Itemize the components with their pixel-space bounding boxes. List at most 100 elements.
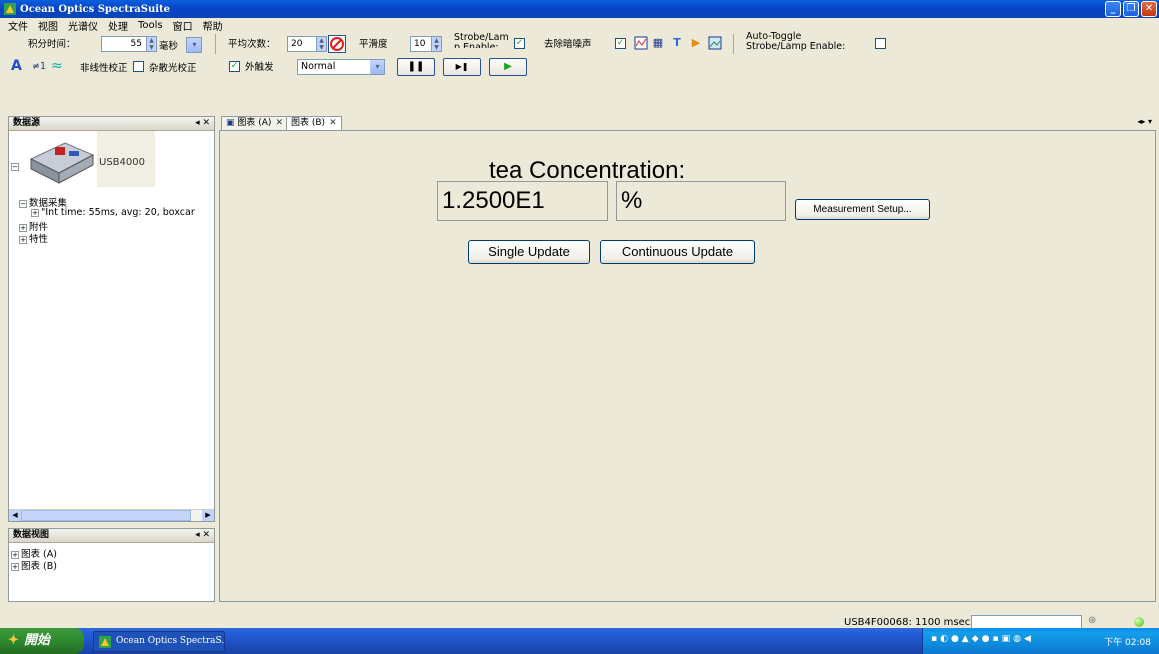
smoothing-value: 10 bbox=[414, 39, 426, 49]
minimize-button[interactable]: _ bbox=[1105, 1, 1121, 17]
data-source-panel: 数据源 ◂ ✕ − USB4000 − 数据采集 + "Int time: 55ms… bbox=[8, 116, 215, 522]
external-trigger-label: 外触发 bbox=[245, 62, 274, 73]
tree-item-int-time[interactable]: + "Int time: 55ms, avg: 20, boxcar bbox=[31, 207, 215, 218]
collapse-icon[interactable]: − bbox=[19, 199, 27, 208]
device-label[interactable]: USB4000 bbox=[99, 157, 145, 168]
title-bar: Ocean Optics SpectraSuite _ ❐ ✕ bbox=[0, 0, 1159, 18]
integration-unit-label: 毫秒 bbox=[159, 41, 179, 52]
concentration-value: 1.2500E1 bbox=[437, 181, 608, 221]
panel-controls-icon[interactable]: ◂ ✕ bbox=[195, 529, 210, 542]
menu-spectrometer[interactable]: 光谱仪 bbox=[68, 18, 98, 33]
image-icon[interactable] bbox=[708, 36, 722, 50]
status-led-icon bbox=[1134, 617, 1144, 627]
menu-help[interactable]: 帮助 bbox=[203, 18, 223, 33]
tree-item-features[interactable]: + 特性 bbox=[19, 231, 48, 245]
tree-label: 特性 bbox=[29, 234, 49, 245]
app-icon bbox=[4, 3, 16, 15]
pause-icon: ❚❚ bbox=[407, 61, 425, 72]
close-tab-icon[interactable]: ✕ bbox=[329, 118, 337, 128]
expand-icon[interactable]: + bbox=[31, 208, 39, 217]
integration-unit-dropdown[interactable]: ▾ bbox=[186, 37, 202, 53]
start-label: 開始 bbox=[24, 633, 51, 648]
scroll-thumb[interactable] bbox=[21, 510, 191, 521]
dark-removal-label: 去除暗噪声 bbox=[544, 39, 592, 50]
concentration-unit: % bbox=[616, 181, 786, 221]
taskbar-app-label: Ocean Optics SpectraS... bbox=[116, 636, 225, 646]
smoothing-wave-icon[interactable]: ≈ bbox=[51, 58, 63, 74]
spectrum-icon[interactable] bbox=[634, 36, 648, 50]
nonlinear-checkbox[interactable] bbox=[133, 61, 144, 72]
pause-button[interactable]: ❚❚ bbox=[397, 58, 435, 76]
window-title: Ocean Optics SpectraSuite bbox=[20, 3, 171, 15]
app-icon bbox=[99, 636, 111, 648]
single-update-button[interactable]: Single Update bbox=[468, 240, 590, 264]
text-icon[interactable]: T bbox=[670, 36, 684, 50]
menu-processing[interactable]: 处理 bbox=[108, 18, 128, 33]
nonlinear-label: 非线性校正 bbox=[80, 63, 128, 74]
average-value: 20 bbox=[291, 39, 303, 49]
smoothing-spinner[interactable]: 10 ▲ ▼ bbox=[410, 36, 442, 52]
dark-removal-checkbox[interactable]: ✓ bbox=[615, 38, 626, 49]
measurement-setup-button[interactable]: Measurement Setup... bbox=[795, 199, 930, 220]
strobe-label-2: p Enable: bbox=[454, 42, 499, 48]
strobe-checkbox[interactable]: ✓ bbox=[514, 38, 525, 49]
menu-file[interactable]: 文件 bbox=[8, 18, 28, 33]
close-button[interactable]: ✕ bbox=[1141, 1, 1157, 17]
tab-chart-a[interactable]: ▣ 图表 (A) ✕ bbox=[221, 116, 288, 131]
absolute-icon[interactable]: A bbox=[11, 58, 22, 74]
menu-window[interactable]: 窗口 bbox=[173, 18, 193, 33]
chevron-down-icon: ▾ bbox=[370, 60, 384, 74]
auto-toggle-checkbox[interactable] bbox=[875, 38, 886, 49]
integration-time-spinner[interactable]: 55 ▲ ▼ bbox=[101, 36, 157, 52]
menu-bar: 文件 视图 光谱仪 处理 Tools 窗口 帮助 bbox=[0, 18, 1159, 33]
spectrometer-device-image bbox=[29, 142, 95, 184]
table-icon[interactable]: ▦ bbox=[651, 36, 665, 50]
system-tray: ▪◐●▲◆●▪▣◍◀ 下午 02:08 bbox=[922, 628, 1159, 654]
integration-label: 积分时间： bbox=[28, 39, 76, 50]
status-text: USB4F00068: 1100 msec bbox=[844, 617, 971, 628]
chart-icon: ▣ bbox=[226, 118, 235, 128]
taskbar-app-item[interactable]: Ocean Optics SpectraS... bbox=[93, 631, 225, 652]
spinner-arrows-icon[interactable]: ▲ ▼ bbox=[146, 37, 156, 51]
close-tab-icon[interactable]: ✕ bbox=[275, 118, 283, 128]
continuous-update-button[interactable]: Continuous Update bbox=[600, 240, 755, 264]
tab-label: 图表 (A) bbox=[237, 118, 272, 128]
arrow-play-icon[interactable]: ▶ bbox=[689, 36, 703, 50]
tray-icons[interactable]: ▪◐●▲◆●▪▣◍◀ bbox=[931, 634, 1034, 644]
not-equal-icon[interactable]: ≠1 bbox=[32, 61, 46, 72]
status-disk-icon: ⊛ bbox=[1088, 615, 1097, 626]
average-spinner[interactable]: 20 ▲ ▼ bbox=[287, 36, 327, 52]
tree-label: 图表 (B) bbox=[21, 561, 57, 572]
status-input[interactable] bbox=[971, 615, 1082, 629]
start-button[interactable]: ✦ 開始 bbox=[0, 628, 84, 654]
expand-icon[interactable]: + bbox=[11, 562, 19, 571]
spinner-arrows-icon[interactable]: ▲ ▼ bbox=[431, 37, 441, 51]
trigger-mode-dropdown[interactable]: Normal ▾ bbox=[297, 59, 385, 75]
step-play-button[interactable]: ▶❚ bbox=[443, 58, 481, 76]
average-label: 平均次数： bbox=[228, 39, 276, 50]
maximize-button[interactable]: ❐ bbox=[1123, 1, 1139, 17]
tab-label: 图表 (B) bbox=[291, 118, 326, 128]
play-icon: ▶ bbox=[504, 61, 512, 72]
data-view-title: 数据视图 bbox=[13, 530, 50, 540]
smoothing-label: 平滑度 bbox=[359, 39, 388, 50]
expand-icon[interactable]: + bbox=[19, 235, 27, 244]
windows-logo-icon: ✦ bbox=[8, 633, 19, 648]
spinner-arrows-icon[interactable]: ▲ ▼ bbox=[316, 37, 326, 51]
panel-controls-icon[interactable]: ◂ ✕ bbox=[195, 117, 210, 130]
scroll-left-icon[interactable]: ◀ bbox=[9, 510, 21, 521]
view-item-chart-b[interactable]: + 图表 (B) bbox=[11, 558, 57, 572]
external-trigger-checkbox[interactable]: ✓ bbox=[229, 61, 240, 72]
play-button[interactable]: ▶ bbox=[489, 58, 527, 76]
menu-view[interactable]: 视图 bbox=[38, 18, 58, 33]
scroll-right-icon[interactable]: ▶ bbox=[202, 510, 214, 521]
stray-light-label: 杂散光校正 bbox=[149, 63, 197, 74]
clear-average-icon[interactable] bbox=[328, 35, 346, 53]
tab-nav-icon[interactable]: ◂▸ ▾ bbox=[1137, 117, 1152, 126]
tab-chart-b[interactable]: 图表 (B) ✕ bbox=[286, 116, 342, 131]
clock[interactable]: 下午 02:08 bbox=[1104, 635, 1151, 648]
taskbar: ✦ 開始 Ocean Optics SpectraS... ▪◐●▲◆●▪▣◍◀… bbox=[0, 628, 1159, 654]
collapse-icon[interactable]: − bbox=[11, 162, 19, 171]
horizontal-scrollbar[interactable]: ◀ ▶ bbox=[9, 509, 214, 521]
menu-tools[interactable]: Tools bbox=[138, 20, 163, 31]
